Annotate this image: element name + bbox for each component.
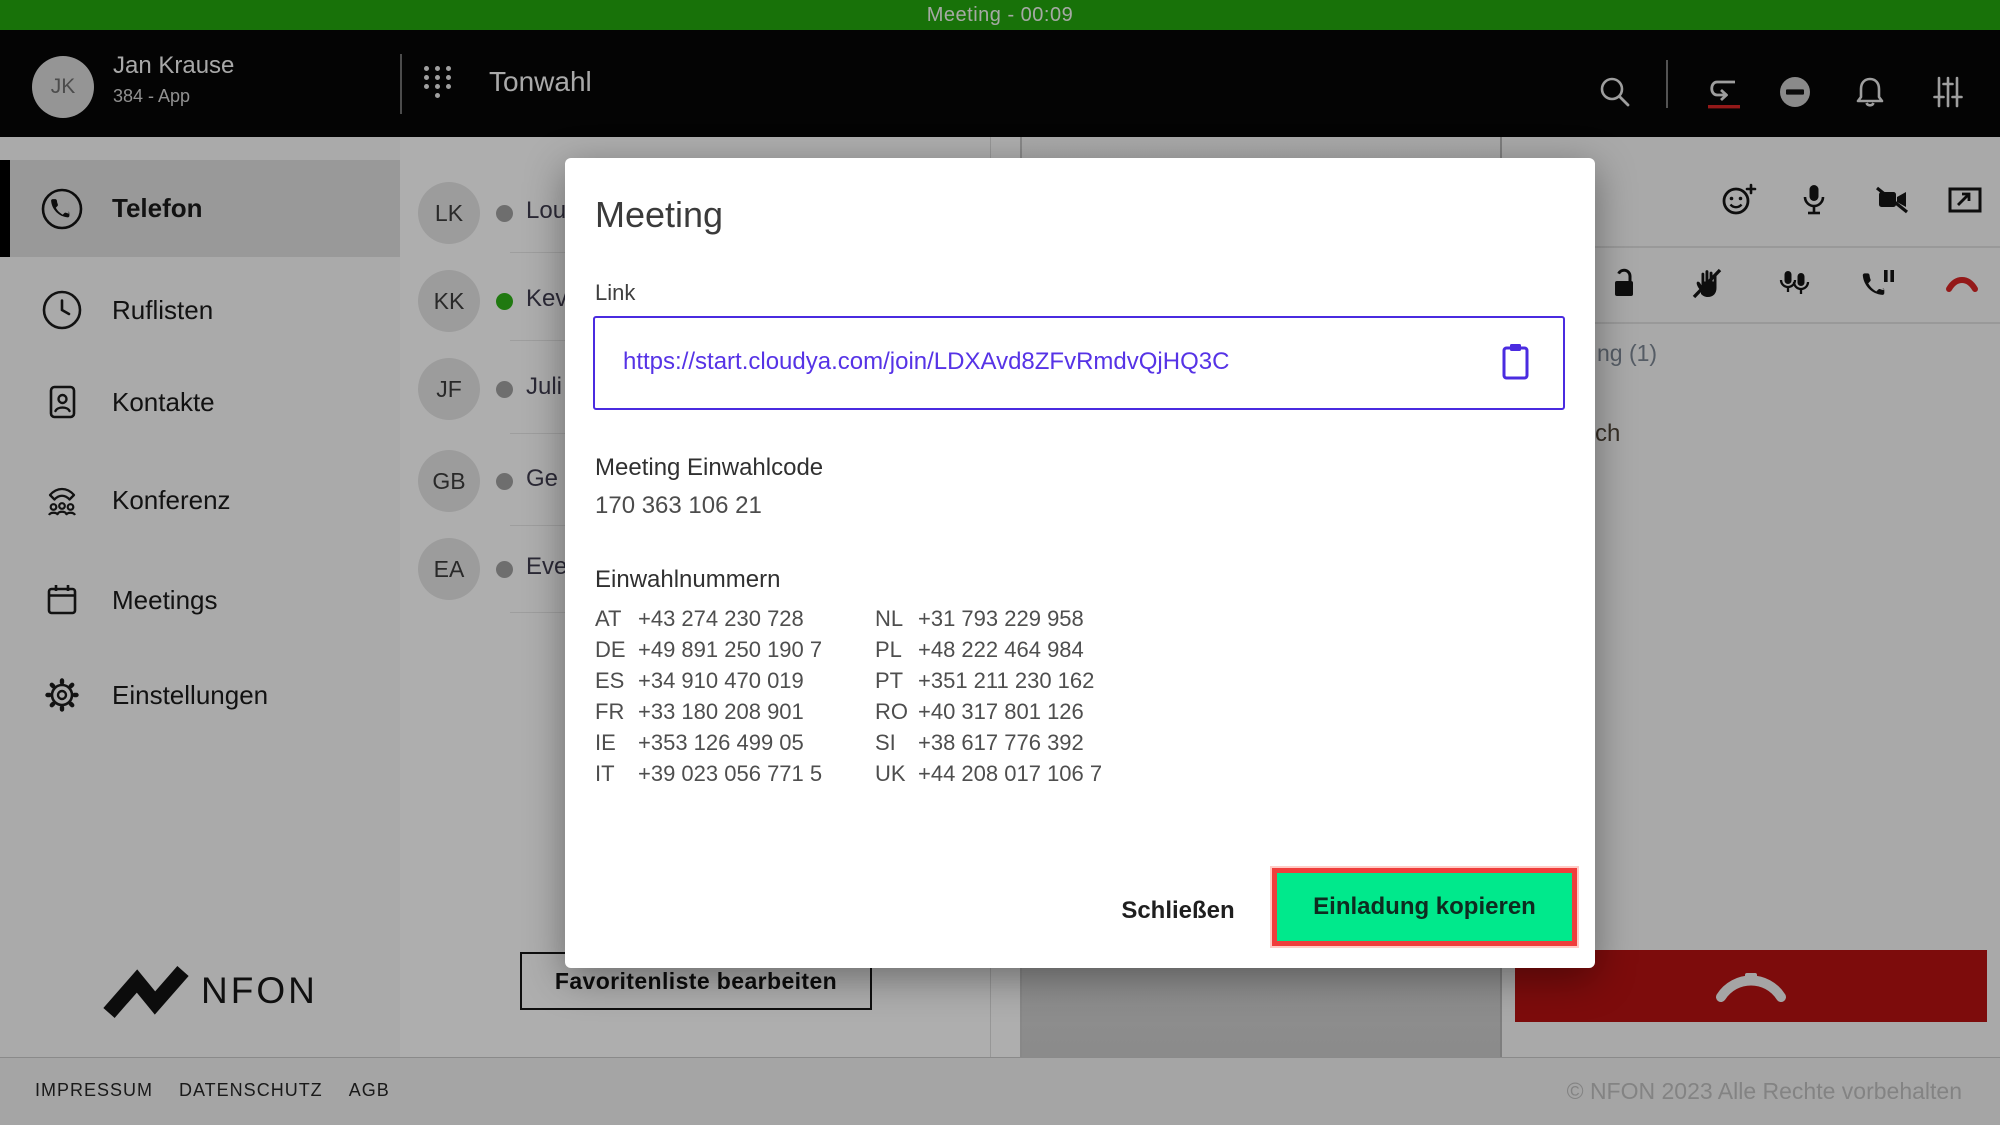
dialin-number-row: SI+38 617 776 392 <box>875 730 1102 761</box>
dialin-number-row: AT+43 274 230 728 <box>595 606 822 637</box>
meeting-link-field <box>593 316 1565 410</box>
dialog-title: Meeting <box>595 194 723 236</box>
dialin-number-row: IE+353 126 499 05 <box>595 730 822 761</box>
dialin-numbers-label: Einwahlnummern <box>595 566 780 594</box>
dialin-number-row: RO+40 317 801 126 <box>875 699 1102 730</box>
dialin-number-row: ES+34 910 470 019 <box>595 668 822 699</box>
dialin-code-label: Meeting Einwahlcode <box>595 454 823 482</box>
copy-invitation-button[interactable]: Einladung kopieren <box>1272 868 1577 946</box>
dialin-number-row: IT+39 023 056 771 5 <box>595 761 822 792</box>
link-label: Link <box>595 280 635 306</box>
copy-link-icon[interactable] <box>1499 342 1533 382</box>
cloudya-app: Meeting - 00:09 JK Jan Krause 384 - App … <box>0 0 2000 1125</box>
dialin-number-row: DE+49 891 250 190 7 <box>595 637 822 668</box>
dialin-numbers-column-2: NL+31 793 229 958 PL+48 222 464 984 PT+3… <box>875 606 1102 792</box>
dialin-number-row: FR+33 180 208 901 <box>595 699 822 730</box>
close-dialog-button[interactable]: Schließen <box>1113 888 1243 934</box>
dialin-number-row: PT+351 211 230 162 <box>875 668 1102 699</box>
dialin-number-row: UK+44 208 017 106 7 <box>875 761 1102 792</box>
dialin-number-row: NL+31 793 229 958 <box>875 606 1102 637</box>
meeting-dialog: Meeting Link Meeting Einwahlcode 170 363… <box>565 158 1595 968</box>
dialin-number-row: PL+48 222 464 984 <box>875 637 1102 668</box>
dialin-code-value: 170 363 106 21 <box>595 492 762 520</box>
dialin-numbers-column-1: AT+43 274 230 728 DE+49 891 250 190 7 ES… <box>595 606 822 792</box>
meeting-link-input[interactable] <box>621 318 1485 406</box>
